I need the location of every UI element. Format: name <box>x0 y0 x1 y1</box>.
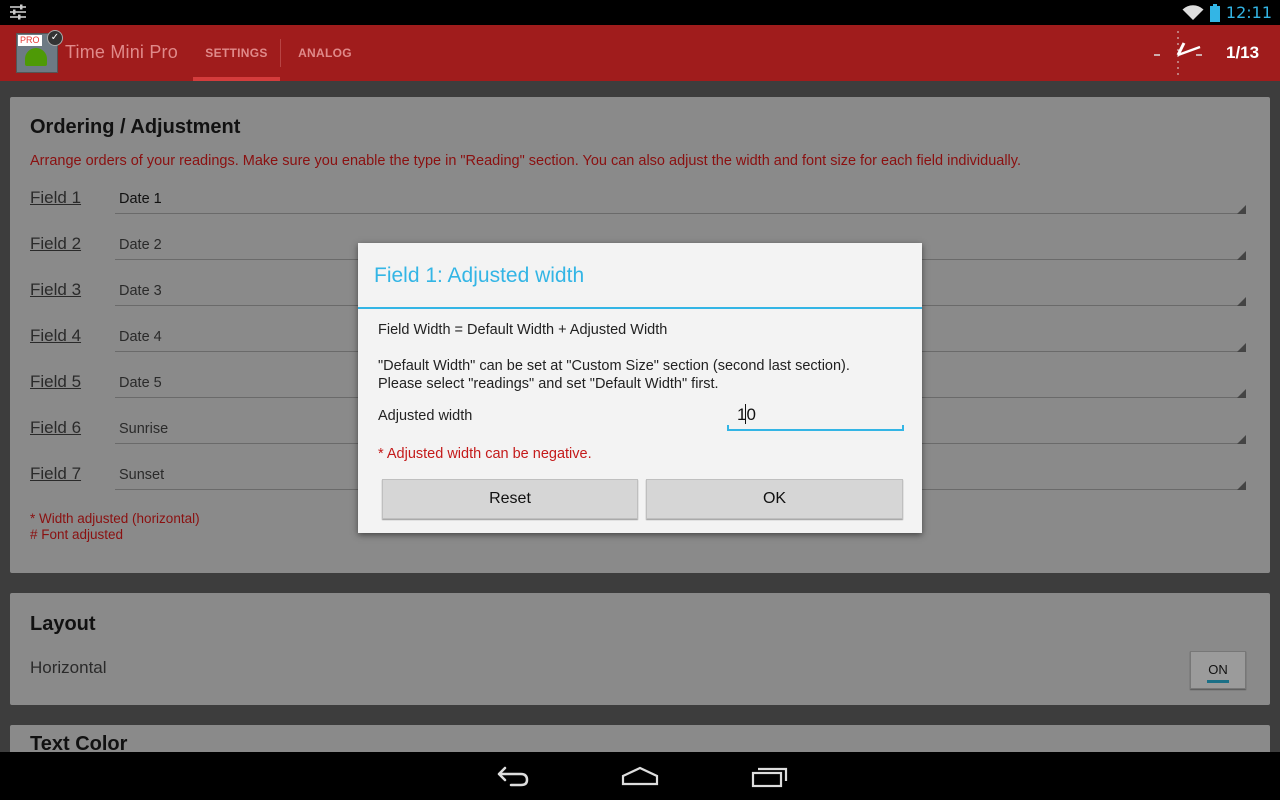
field-spinner-value[interactable]: Date 2 <box>119 237 162 253</box>
field-spinner-value[interactable]: Date 4 <box>119 329 162 345</box>
dialog-title: Field 1: Adjusted width <box>374 264 585 287</box>
field-spinner-value[interactable]: Date 3 <box>119 283 162 299</box>
field-label[interactable]: Field 4 <box>30 326 81 346</box>
action-bar: PRO ✓ Time Mini Pro SETTINGS ANALOG 1/13 <box>0 25 1280 81</box>
dropdown-arrow-icon <box>1237 435 1246 444</box>
dialog-info-line2: Please select "readings" and set "Defaul… <box>378 376 719 392</box>
field-spinner-value[interactable]: Sunrise <box>119 421 168 437</box>
layout-horizontal-label: Horizontal <box>30 658 107 677</box>
field-spinner-value[interactable]: Date 5 <box>119 375 162 391</box>
dropdown-arrow-icon <box>1237 205 1246 214</box>
field-label[interactable]: Field 5 <box>30 372 81 392</box>
tab-settings-label: SETTINGS <box>205 46 268 60</box>
page-indicator: 1/13 <box>1226 43 1260 62</box>
field-spinner-value[interactable]: Date 1 <box>119 191 162 207</box>
navigation-bar <box>0 752 1280 800</box>
field-label[interactable]: Field 7 <box>30 464 81 484</box>
input-tick-left <box>727 425 729 431</box>
input-value[interactable]: 10 <box>737 405 756 425</box>
spinner-underline <box>115 213 1244 214</box>
settings-sliders-icon <box>10 4 26 20</box>
field-label[interactable]: Field 3 <box>30 280 81 300</box>
app-logo: PRO ✓ <box>16 30 63 73</box>
dialog-formula: Field Width = Default Width + Adjusted W… <box>378 322 668 338</box>
wifi-icon <box>1182 4 1204 20</box>
battery-icon <box>1209 3 1220 22</box>
adjusted-width-input[interactable]: 10 <box>727 401 904 431</box>
adjusted-width-label: Adjusted width <box>378 408 473 424</box>
home-icon[interactable] <box>620 764 660 790</box>
ordering-description: Arrange orders of your readings. Make su… <box>30 153 1021 169</box>
status-bar: 12:11 <box>0 0 1280 25</box>
layout-title: Layout <box>30 613 96 635</box>
dropdown-arrow-icon <box>1237 251 1246 260</box>
dropdown-arrow-icon <box>1237 297 1246 306</box>
ordering-title: Ordering / Adjustment <box>30 116 241 138</box>
field-row-1[interactable]: Field 1 Date 1 <box>30 181 1250 227</box>
tab-analog[interactable]: ANALOG <box>290 25 360 81</box>
input-underline <box>727 429 904 431</box>
dropdown-arrow-icon <box>1237 481 1246 490</box>
ok-button[interactable]: OK <box>646 479 903 519</box>
reset-button[interactable]: Reset <box>382 479 638 519</box>
analog-clock-icon[interactable] <box>1152 31 1204 79</box>
toggle-label: ON <box>1208 662 1228 677</box>
field-label[interactable]: Field 6 <box>30 418 81 438</box>
font-adjusted-note: # Font adjusted <box>30 527 124 542</box>
field-label[interactable]: Field 1 <box>30 188 81 208</box>
adjusted-width-dialog: Field 1: Adjusted width Field Width = De… <box>358 243 922 533</box>
dialog-info-line1: "Default Width" can be set at "Custom Si… <box>378 358 850 374</box>
layout-card: Layout Horizontal ON <box>10 593 1270 705</box>
dialog-divider <box>358 307 922 309</box>
app-title: Time Mini Pro <box>65 42 178 62</box>
dropdown-arrow-icon <box>1237 343 1246 352</box>
field-spinner-value[interactable]: Sunset <box>119 467 164 483</box>
field-label[interactable]: Field 2 <box>30 234 81 254</box>
tab-settings[interactable]: SETTINGS <box>193 25 280 81</box>
input-tick-right <box>902 425 904 431</box>
tab-divider <box>280 39 281 67</box>
recents-icon[interactable] <box>749 764 789 790</box>
android-icon <box>25 48 47 66</box>
text-color-card: Text Color <box>10 725 1270 752</box>
toggle-indicator <box>1207 680 1229 683</box>
horizontal-toggle[interactable]: ON <box>1190 651 1246 689</box>
text-color-title: Text Color <box>30 733 128 752</box>
pro-badge: PRO <box>18 35 42 46</box>
dropdown-arrow-icon <box>1237 389 1246 398</box>
check-icon: ✓ <box>47 30 63 46</box>
tab-analog-label: ANALOG <box>298 46 352 60</box>
clock-time: 12:11 <box>1225 3 1272 22</box>
back-icon[interactable] <box>493 764 533 790</box>
negative-warning: * Adjusted width can be negative. <box>378 446 592 462</box>
width-adjusted-note: * Width adjusted (horizontal) <box>30 511 200 526</box>
text-cursor <box>745 404 746 424</box>
